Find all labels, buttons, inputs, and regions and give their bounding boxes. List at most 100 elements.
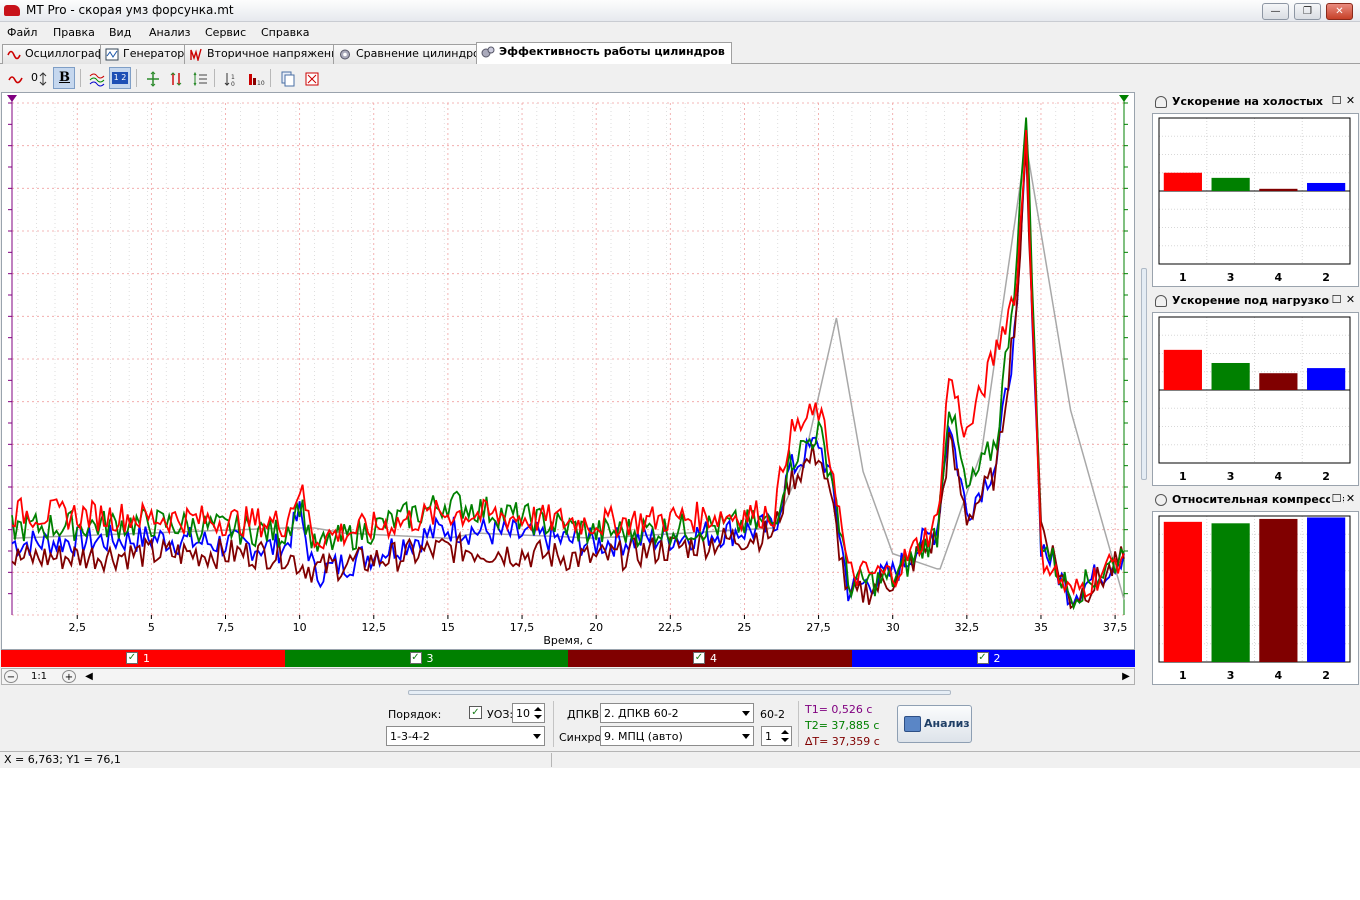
menu-view[interactable]: Вид <box>109 26 131 39</box>
tab-label: Сравнение цилиндров <box>356 47 487 60</box>
fit-button[interactable] <box>300 67 322 89</box>
numbering-button[interactable]: 1 2 <box>109 67 131 89</box>
group-divider <box>553 701 554 747</box>
bottom-splitter[interactable] <box>408 690 951 695</box>
signal-view-button[interactable] <box>4 67 26 89</box>
firing-order-select[interactable]: 1-3-4-2 <box>386 726 545 746</box>
panel-title: Ускорение под нагрузкой <box>1172 294 1337 307</box>
maximize-icon[interactable]: ☐ <box>1330 94 1343 107</box>
chevron-down-icon <box>533 734 541 739</box>
sort-button[interactable]: 10 <box>219 67 241 89</box>
menu-analysis[interactable]: Анализ <box>149 26 191 39</box>
minimize-button[interactable]: — <box>1262 3 1289 20</box>
uoz-stepper[interactable]: 10 <box>512 703 545 723</box>
legend-cylinder-4[interactable]: ✓ 4 <box>568 650 852 667</box>
relative-compression-chart: 1 3 4 2 <box>1158 515 1351 682</box>
zoom-in-icon[interactable]: + <box>62 670 76 683</box>
legend-cylinder-3[interactable]: ✓ 3 <box>284 650 568 667</box>
panel-splitter[interactable] <box>1141 268 1147 480</box>
uoz-checkbox[interactable]: ✓ <box>469 706 482 719</box>
copy-button[interactable] <box>276 67 298 89</box>
analyze-icon <box>904 716 921 732</box>
tab-cylinder-compare[interactable]: Сравнение цилиндров <box>333 44 494 64</box>
close-button[interactable]: ✕ <box>1326 3 1353 20</box>
layers-wave-icon <box>89 73 105 87</box>
gear-icon <box>340 49 350 60</box>
menu-service[interactable]: Сервис <box>205 26 246 39</box>
t1-readout: T1= 0,526 с <box>805 703 873 716</box>
x-tick-label: 30 <box>886 621 900 634</box>
bar-cylinder-4 <box>1259 188 1298 191</box>
analyze-button[interactable]: Анализ <box>897 705 972 743</box>
menu-file[interactable]: Файл <box>7 26 37 39</box>
scale-up-button[interactable] <box>164 67 186 89</box>
sync-channel-stepper[interactable]: 1 <box>761 726 792 746</box>
analyze-label: Анализ <box>924 717 970 730</box>
load-acceleration-panel: Ускорение под нагрузкой ☐ ✕ 1 3 4 2 <box>1152 292 1360 488</box>
close-icon[interactable]: ✕ <box>1344 492 1357 505</box>
toolbar-separator <box>214 69 215 87</box>
tab-generator[interactable]: Генератор <box>100 44 192 64</box>
overlay-button[interactable] <box>85 67 107 89</box>
marker-t2-icon <box>1119 95 1129 102</box>
maximize-icon[interactable]: ☐ <box>1330 293 1343 306</box>
stepper-up-icon[interactable] <box>534 707 542 711</box>
histogram-button[interactable]: 10 <box>244 67 266 89</box>
zoom-out-icon[interactable]: − <box>4 670 18 683</box>
close-icon[interactable]: ✕ <box>1344 94 1357 107</box>
legend-checkbox[interactable]: ✓ <box>693 652 705 664</box>
stepper-down-icon[interactable] <box>534 715 542 719</box>
stepper-down-icon[interactable] <box>781 738 789 742</box>
scale-down-button[interactable] <box>188 67 210 89</box>
zoom-level[interactable]: 1:1 <box>24 670 54 683</box>
sync-select[interactable]: 9. МПЦ (авто) <box>600 726 754 746</box>
cursor-button[interactable] <box>141 67 163 89</box>
tab-label: Генератор <box>123 47 185 60</box>
bar-cylinder-1 <box>1163 521 1202 662</box>
legend-checkbox[interactable]: ✓ <box>409 652 422 664</box>
toolbar-separator <box>80 69 81 87</box>
horizontal-scrollbar[interactable]: − 1:1 + ◀ ▶ <box>1 668 1135 685</box>
oscillogram-plot[interactable]: 2,5 5 7,5 10 12,5 15 17,5 20 22,5 25 27,5 30 32,5 35 3… <box>1 92 1135 650</box>
scroll-left-icon[interactable]: ◀ <box>82 670 96 683</box>
bold-lines-button[interactable]: B <box>53 67 75 89</box>
tab-secondary-voltage[interactable]: Вторичное напряжение <box>184 44 353 64</box>
toolbar: 0 B 1 2 10 10 <box>0 64 1360 92</box>
crank-sensor-select[interactable]: 2. ДПКВ 60-2 <box>600 703 754 723</box>
svg-text:10: 10 <box>257 80 265 87</box>
category-label: 4 <box>1275 669 1283 682</box>
panel-header: Ускорение под нагрузкой ☐ ✕ <box>1152 292 1360 310</box>
panel-header: Относительная компрессия ☐ ✕ <box>1152 491 1360 509</box>
legend-cylinder-1[interactable]: ✓ 1 <box>1 650 285 667</box>
legend-checkbox[interactable]: ✓ <box>126 652 138 664</box>
uoz-label: УОЗ: <box>487 708 514 721</box>
category-label: 2 <box>1322 470 1330 483</box>
cursor-coordinates: X = 6,763; Y1 = 76,1 <box>2 753 552 767</box>
generator-icon <box>105 48 119 61</box>
check-circle-icon <box>1155 494 1167 506</box>
maximize-icon[interactable]: ☐ <box>1330 492 1343 505</box>
legend-cylinder-2[interactable]: ✓ 2 <box>851 650 1135 667</box>
tab-cylinder-efficiency[interactable]: Эффективность работы цилиндров <box>476 42 732 65</box>
x-tick-label: 20 <box>589 621 603 634</box>
category-label: 4 <box>1275 271 1283 284</box>
gears-icon <box>481 46 495 58</box>
scroll-right-icon[interactable]: ▶ <box>1119 670 1133 683</box>
close-icon[interactable]: ✕ <box>1344 293 1357 306</box>
stepper-up-icon[interactable] <box>781 730 789 734</box>
category-label: 2 <box>1322 271 1330 284</box>
offset-button[interactable]: 0 <box>28 67 50 89</box>
tab-oscilloscope[interactable]: Осциллограф <box>2 44 112 64</box>
oscillogram-svg[interactable]: 2,5 5 7,5 10 12,5 15 17,5 20 22,5 25 27,5 30 32,5 35 3… <box>2 93 1134 649</box>
title-bar: MT Pro - скорая умз форсунка.mt — ❐ ✕ <box>0 0 1360 22</box>
legend-checkbox[interactable]: ✓ <box>976 652 989 664</box>
menu-edit[interactable]: Правка <box>53 26 95 39</box>
bar-cylinder-2 <box>1307 182 1346 191</box>
gauge-icon <box>1155 96 1167 108</box>
menu-help[interactable]: Справка <box>261 26 309 39</box>
tab-label: Вторичное напряжение <box>207 47 346 60</box>
x-tick-label: 35 <box>1034 621 1048 634</box>
restore-button[interactable]: ❐ <box>1294 3 1321 20</box>
panel-body: 1 3 4 2 <box>1152 511 1359 685</box>
scale-lines-icon <box>193 71 207 87</box>
